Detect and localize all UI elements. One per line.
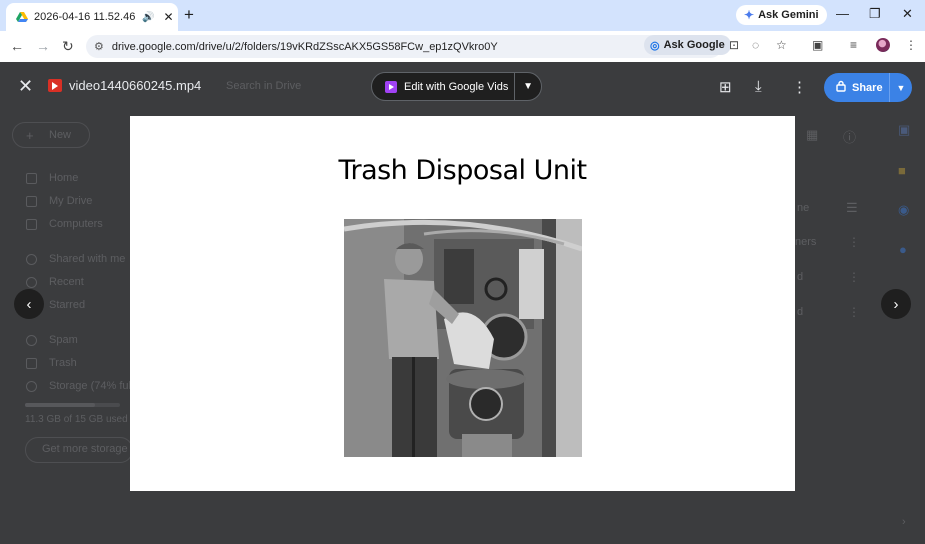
list-fragment: ne [797, 202, 810, 214]
storage-bar-fill [25, 403, 96, 407]
google-drive-favicon-icon [16, 12, 28, 22]
slide-title: Trash Disposal Unit [338, 155, 587, 186]
window-close-icon[interactable]: ✕ [902, 6, 913, 22]
list-fragment: ners [795, 236, 817, 248]
list-fragment: d [797, 271, 804, 283]
share-label: Share [852, 81, 883, 94]
drive-nav-trash: Trash [49, 357, 77, 369]
viewer-file-name: video1440660245.mp4 [69, 78, 202, 93]
back-icon[interactable]: ← [10, 38, 24, 54]
row-more-icon: ⋮ [848, 235, 860, 249]
previous-file-button[interactable]: ‹ [14, 289, 44, 319]
storage-used-text: 11.3 GB of 15 GB used [25, 414, 128, 425]
profile-avatar[interactable] [876, 38, 890, 52]
video-file-icon [48, 79, 62, 92]
address-bar[interactable]: ⚙ drive.google.com/drive/u/2/folders/19v… [86, 35, 722, 58]
drive-nav-recent: Recent [49, 276, 84, 288]
storage-cloud-icon [26, 381, 37, 392]
more-actions-icon[interactable]: ⋮ [792, 78, 807, 96]
tab-close-icon[interactable]: ✕ [163, 10, 173, 24]
google-vids-icon [385, 80, 397, 93]
computers-icon [26, 219, 37, 230]
gemini-spark-icon: ✦ [744, 8, 755, 22]
ask-google-label: Ask Google [663, 39, 725, 51]
side-calendar-icon: ▣ [898, 122, 911, 137]
share-dropdown-icon[interactable]: ▼ [890, 83, 912, 93]
viewer-close-icon[interactable]: ✕ [18, 76, 33, 97]
edit-with-vids-main[interactable]: Edit with Google Vids [372, 73, 516, 100]
drive-nav-starred: Starred [49, 299, 86, 311]
install-app-icon[interactable]: ⊡ [729, 38, 739, 52]
slide-photo [344, 219, 582, 457]
side-tasks-icon: ◉ [898, 202, 910, 217]
maximize-icon[interactable]: ❐ [869, 6, 881, 22]
info-icon: ⓘ [843, 130, 857, 145]
share-main[interactable]: Share [824, 73, 890, 102]
ask-gemini-button[interactable]: ✦ Ask Gemini [736, 5, 827, 25]
grid-view-icon: ▦ [806, 127, 819, 142]
photo-illustration [344, 219, 582, 457]
tab-audio-icon[interactable]: 🔊 [142, 12, 154, 23]
drive-nav-computers: Computers [49, 218, 103, 230]
drive-nav-spam: Spam [49, 334, 78, 346]
my-drive-icon [26, 196, 37, 207]
next-file-button[interactable]: › [881, 289, 911, 319]
storage-bar [25, 403, 120, 407]
ask-gemini-label: Ask Gemini [758, 9, 819, 21]
site-info-icon[interactable]: ⚙ [94, 40, 104, 53]
row-more-icon: ⋮ [848, 270, 860, 284]
lock-icon [836, 80, 846, 95]
side-panel-icon[interactable]: ▣ [812, 38, 823, 52]
download-icon[interactable]: ⤓ [755, 78, 762, 95]
edit-with-vids-button[interactable]: Edit with Google Vids ▼ [371, 72, 542, 101]
edit-vids-dropdown-icon[interactable]: ▼ [515, 81, 541, 92]
recent-icon [26, 277, 37, 288]
plus-icon: + [26, 128, 34, 143]
row-more-icon: ⋮ [848, 305, 860, 319]
browser-tab[interactable]: 2026-04-16 11.52.46 MWR 🔊 ✕ [6, 3, 178, 31]
side-contacts-icon: ● [899, 242, 907, 257]
url-text: drive.google.com/drive/u/2/folders/19vKR… [111, 40, 498, 53]
share-button[interactable]: Share ▼ [824, 73, 912, 102]
tracking-protection-icon[interactable]: ◌ [752, 38, 759, 52]
get-storage-label: Get more storage [42, 443, 128, 455]
tab-strip: 2026-04-16 11.52.46 MWR 🔊 ✕ + ✦ Ask Gemi… [0, 0, 925, 31]
forward-icon[interactable]: → [36, 38, 50, 54]
sort-icon: ☰ [846, 200, 858, 215]
drive-search-placeholder: Search in Drive [226, 80, 302, 92]
tab-title: 2026-04-16 11.52.46 MWR [34, 11, 136, 23]
browser-menu-icon[interactable]: ⋮ [905, 38, 917, 52]
trash-icon [26, 358, 37, 369]
shared-icon [26, 254, 37, 265]
drive-new-label: New [49, 129, 72, 141]
add-comment-icon[interactable]: ⊞ [719, 78, 732, 96]
edit-with-vids-label: Edit with Google Vids [404, 80, 509, 93]
minimize-icon[interactable]: — [836, 6, 849, 21]
ask-google-button[interactable]: ◎ Ask Google [644, 35, 731, 55]
list-fragment: d [797, 306, 804, 318]
drive-nav-my-drive: My Drive [49, 195, 93, 207]
drive-nav-shared: Shared with me [49, 253, 126, 265]
collapse-panel-icon: › [902, 516, 906, 528]
spam-icon [26, 335, 37, 346]
reload-icon[interactable]: ↻ [62, 38, 74, 55]
media-controls-icon[interactable]: ≡ [850, 38, 857, 52]
lens-icon: ◎ [650, 39, 660, 52]
bookmark-star-icon[interactable]: ☆ [776, 38, 787, 52]
drive-nav-storage: Storage (74% full) [49, 380, 138, 392]
new-tab-button[interactable]: + [184, 5, 194, 25]
